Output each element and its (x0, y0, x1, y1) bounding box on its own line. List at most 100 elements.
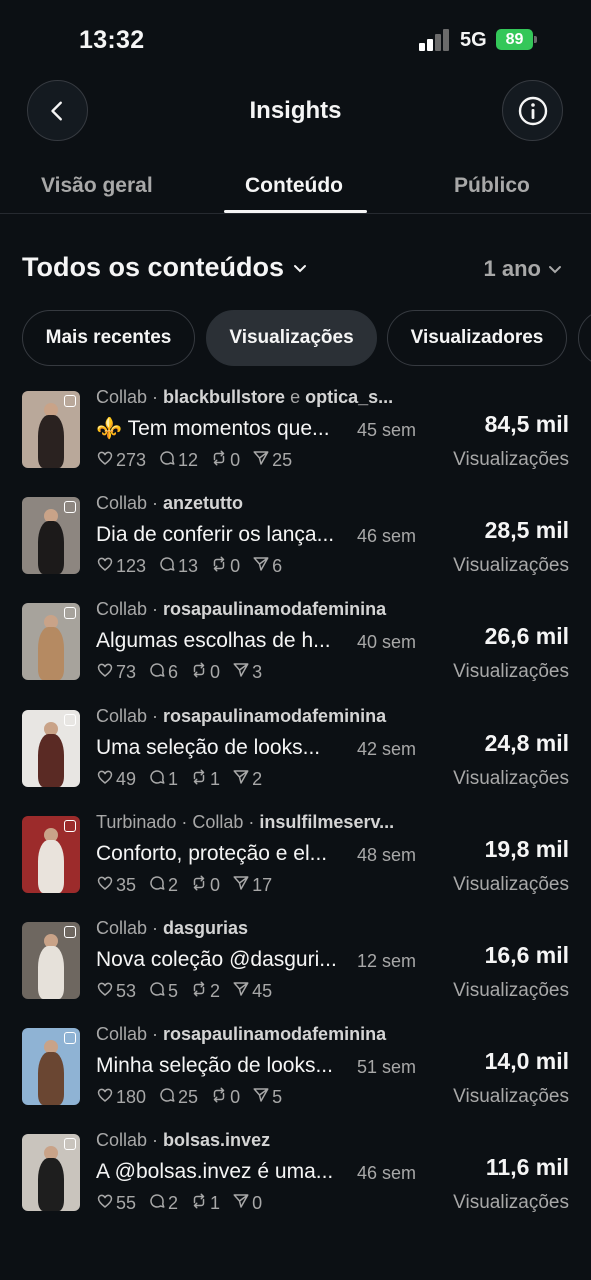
post-account[interactable]: rosapaulinamodafeminina (163, 706, 386, 726)
comments-stat: 1 (148, 768, 178, 791)
reposts-stat: 0 (210, 449, 240, 472)
post-views-label: Visualizações (453, 661, 569, 683)
chip-most-recent[interactable]: Mais recentes (22, 310, 195, 366)
shares-stat: 25 (252, 449, 292, 472)
chip-more[interactable] (578, 310, 591, 366)
reposts-stat: 0 (210, 1086, 240, 1109)
shares-stat: 0 (232, 1192, 262, 1215)
repost-icon (190, 1192, 208, 1215)
post-account[interactable]: anzetutto (163, 493, 243, 513)
join-word: e (290, 387, 301, 407)
share-icon (232, 1192, 250, 1215)
content-row[interactable]: Turbinado · Collab · insulfilmeserv... Co… (0, 809, 591, 905)
post-stats: 123 13 0 6 (96, 555, 282, 578)
post-account[interactable]: bolsas.invez (163, 1130, 270, 1150)
repost-icon (210, 449, 228, 472)
multi-post-icon (64, 501, 76, 514)
content-row[interactable]: Collab · rosapaulinamodafeminina Uma sele… (0, 703, 591, 799)
post-caption: Dia de conferir os lança... (96, 523, 335, 547)
sort-chips: Mais recentes Visualizações Visualizador… (22, 310, 591, 366)
post-stats: 35 2 0 17 (96, 874, 272, 897)
likes-stat: 55 (96, 1192, 136, 1215)
post-views-label: Visualizações (453, 873, 569, 895)
repost-icon (190, 980, 208, 1003)
thumb-figure-body (38, 415, 64, 468)
post-stats: 273 12 0 25 (96, 449, 292, 472)
likes-stat: 180 (96, 1086, 146, 1109)
content-filter-dropdown[interactable]: Todos os conteúdos (22, 252, 308, 283)
comment-icon (148, 874, 166, 897)
post-views-value: 19,8 mil (484, 835, 569, 862)
post-type: Collab (96, 1024, 148, 1045)
post-meta: Collab · dasgurias (96, 918, 249, 938)
post-thumbnail[interactable] (22, 1134, 80, 1212)
post-account-2[interactable]: optica_s... (305, 387, 393, 407)
comments-stat: 6 (148, 661, 178, 684)
reposts-stat: 0 (190, 661, 220, 684)
post-caption: Conforto, proteção e el... (96, 841, 328, 865)
content-row[interactable]: Collab · rosapaulinamodafeminina Algumas … (0, 596, 591, 692)
post-meta: Collab · rosapaulinamodafeminina (96, 599, 387, 620)
post-views-value: 11,6 mil (485, 1154, 569, 1181)
tab-overview[interactable]: Visão geral (41, 174, 153, 198)
chip-viewers[interactable]: Visualizadores (387, 310, 567, 366)
post-stats: 55 2 1 0 (96, 1192, 262, 1215)
info-button[interactable] (502, 80, 563, 141)
comment-icon (148, 661, 166, 684)
period-dropdown[interactable]: 1 ano (484, 256, 563, 282)
signal-icon (419, 29, 451, 51)
network-label: 5G (460, 29, 487, 51)
post-views-label: Visualizações (453, 1192, 569, 1214)
reposts-stat: 1 (190, 1192, 220, 1215)
post-account[interactable]: dasgurias (163, 918, 248, 938)
post-age: 48 sem (357, 844, 417, 865)
post-stats: 73 6 0 3 (96, 661, 262, 684)
post-thumbnail[interactable] (22, 1028, 80, 1106)
comment-icon (148, 1192, 166, 1215)
section-title: Todos os conteúdos (22, 252, 284, 282)
content-row[interactable]: Collab · bolsas.invez A @bolsas.invez é u… (0, 1127, 591, 1223)
post-thumbnail[interactable] (22, 709, 80, 787)
repost-icon (210, 1086, 228, 1109)
post-thumbnail[interactable] (22, 391, 80, 468)
multi-post-icon (64, 713, 76, 726)
heart-icon (96, 661, 114, 684)
content-row[interactable]: Collab · rosapaulinamodafeminina Minha se… (0, 1021, 591, 1117)
post-thumbnail[interactable] (22, 815, 80, 893)
shares-stat: 5 (252, 1086, 282, 1109)
repost-icon (190, 661, 208, 684)
post-account[interactable]: blackbullstore (163, 387, 285, 407)
post-views-label: Visualizações (453, 555, 569, 577)
post-thumbnail[interactable] (22, 922, 80, 999)
content-row[interactable]: Collab · blackbullstore e optica_s... ⚜️ … (0, 384, 591, 480)
post-thumbnail[interactable] (22, 603, 80, 681)
chip-views[interactable]: Visualizações (206, 310, 377, 366)
period-label: 1 ano (483, 256, 541, 281)
share-icon (232, 980, 250, 1003)
post-type: Collab (96, 1130, 148, 1151)
post-account[interactable]: rosapaulinamodafeminina (163, 599, 386, 619)
content-row[interactable]: Collab · anzetutto Dia de conferir os lan… (0, 490, 591, 586)
post-caption: Algumas escolhas de h... (96, 629, 331, 653)
post-account[interactable]: rosapaulinamodafeminina (163, 1024, 386, 1044)
repost-icon (190, 768, 208, 791)
post-account[interactable]: insulfilmeserv... (259, 812, 394, 832)
comments-stat: 2 (148, 1192, 178, 1215)
tab-content[interactable]: Conteúdo (245, 174, 343, 198)
reposts-stat: 0 (210, 555, 240, 578)
post-views-label: Visualizações (453, 980, 569, 1001)
post-age: 51 sem (357, 1057, 417, 1078)
content-row[interactable]: Collab · dasgurias Nova coleção @dasguri.… (0, 915, 591, 1011)
heart-icon (96, 980, 114, 1003)
share-icon (232, 661, 250, 684)
status-bar: 13:32 5G 89 (0, 0, 591, 80)
likes-stat: 35 (96, 874, 136, 897)
post-thumbnail[interactable] (22, 497, 80, 575)
post-views-value: 26,6 mil (484, 623, 569, 650)
thumb-figure-body (38, 521, 64, 575)
tab-audience[interactable]: Público (454, 174, 530, 198)
post-age: 42 sem (357, 738, 417, 759)
tab-bar: Visão geral Conteúdo Público (0, 160, 591, 214)
share-icon (252, 1086, 270, 1109)
post-views-value: 84,5 mil (484, 411, 569, 437)
